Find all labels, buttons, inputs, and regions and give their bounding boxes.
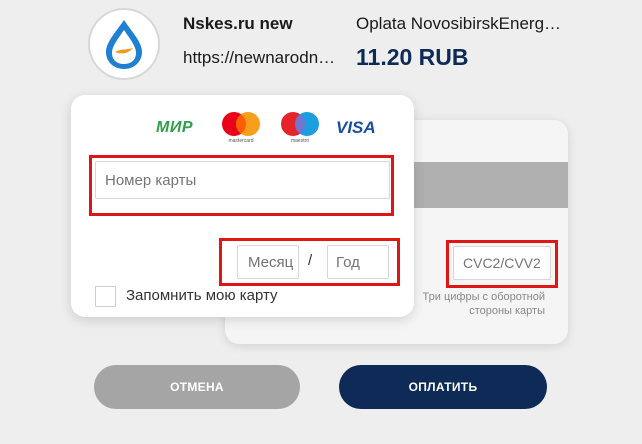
card-number-input[interactable] — [95, 161, 390, 199]
expiry-year-input[interactable] — [327, 245, 389, 279]
maestro-circles-icon — [281, 112, 319, 136]
mastercard-caption: mastercard — [228, 138, 254, 144]
merchant-name: Nskes.ru new — [183, 14, 293, 33]
merchant-logo — [88, 8, 160, 80]
maestro-caption: maestro — [290, 138, 310, 144]
mastercard-logo: mastercard — [218, 111, 264, 147]
water-drop-logo-icon — [106, 20, 142, 69]
payment-amount: 11.20 RUB — [356, 44, 469, 70]
pay-button[interactable]: ОПЛАТИТЬ — [339, 365, 547, 409]
date-separator: / — [308, 252, 313, 269]
cancel-button[interactable]: ОТМЕНА — [94, 365, 300, 409]
cvc-input[interactable] — [453, 246, 551, 280]
visa-logo: VISA — [336, 118, 376, 137]
maestro-logo: maestro — [277, 111, 323, 147]
remember-card-checkbox[interactable] — [95, 286, 116, 307]
mir-logo: МИР — [156, 119, 194, 136]
cvc-hint-text: Три цифры с оборотной стороны карты — [422, 291, 545, 317]
merchant-url: https://newnarodnaya.nskes.ru — [183, 48, 343, 67]
order-description: Oplata NovosibirskEnergosbyt — [356, 14, 568, 33]
mastercard-circles-icon — [222, 112, 260, 136]
expiry-month-input[interactable] — [237, 245, 299, 279]
remember-card-label[interactable]: Запомнить мою карту — [126, 287, 278, 304]
